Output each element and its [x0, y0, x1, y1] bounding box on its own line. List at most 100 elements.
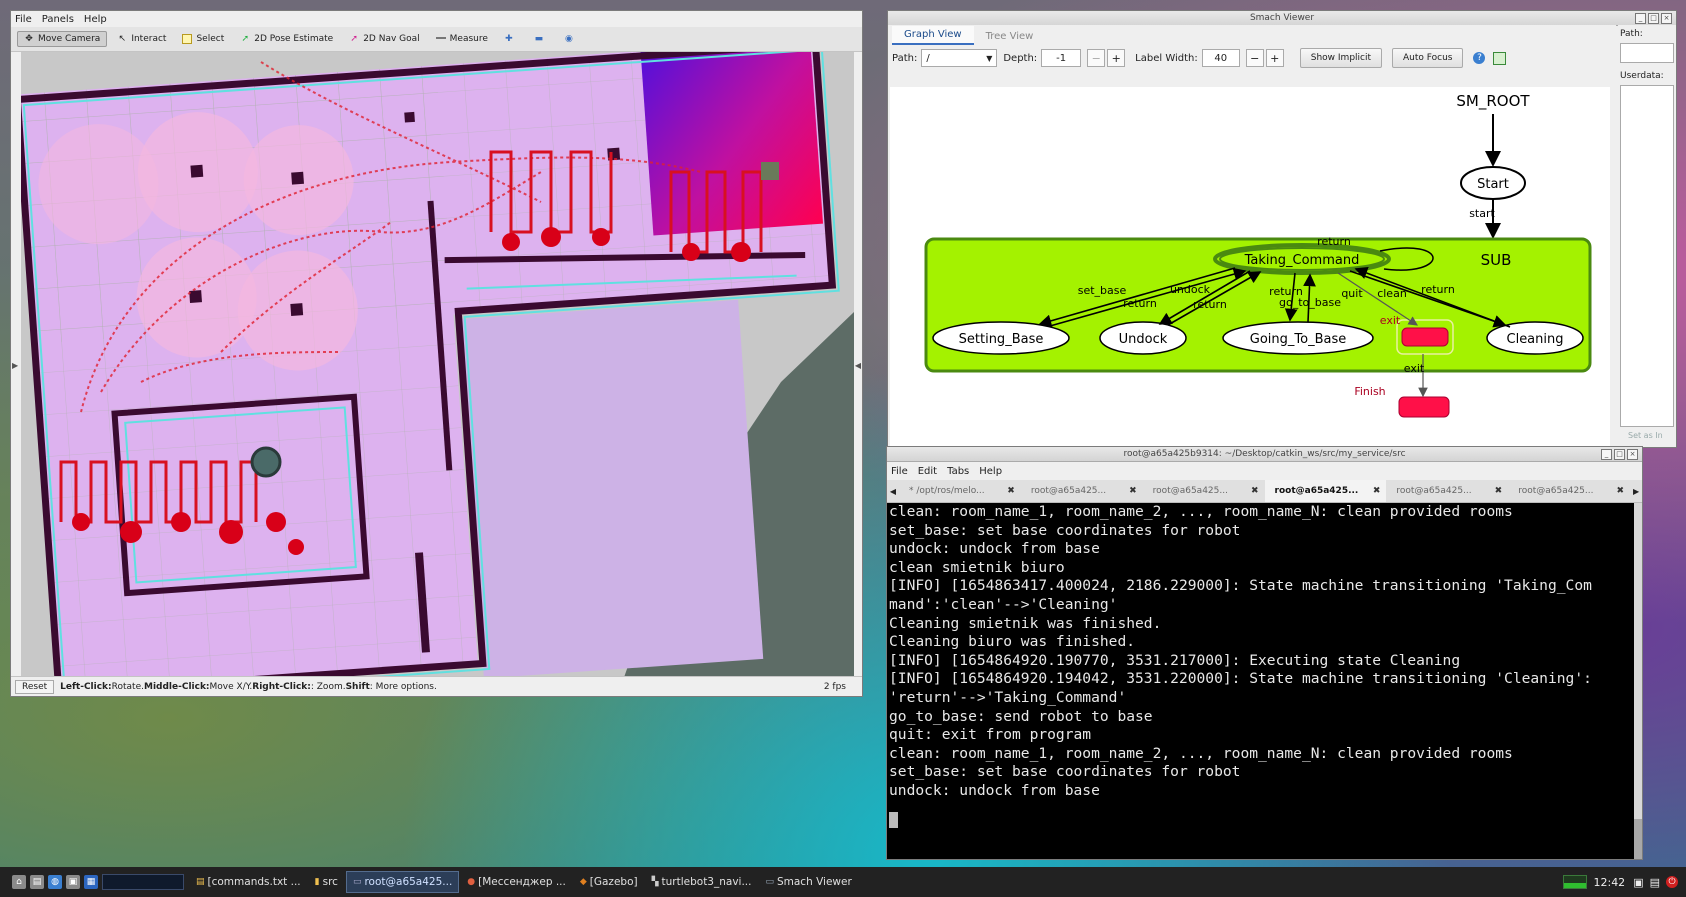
terminal-tab[interactable]: root@a65a425... ✖ — [1386, 486, 1508, 496]
text-file-icon: ▤ — [196, 877, 205, 887]
terminal-titlebar[interactable]: root@a65a425b9314: ~/Desktop/catkin_ws/s… — [887, 447, 1642, 462]
eye-icon: ◉ — [564, 34, 573, 44]
auto-focus-button[interactable]: Auto Focus — [1392, 48, 1464, 68]
add-tool-button[interactable]: ✚ — [498, 31, 524, 47]
workspace-pager[interactable] — [102, 874, 184, 890]
power-icon[interactable]: ⏻ — [1666, 876, 1678, 888]
close-button[interactable]: × — [1661, 13, 1672, 24]
set-initial-button[interactable]: Set as In — [1618, 427, 1676, 444]
browser-launcher-icon[interactable]: ◍ — [48, 875, 62, 889]
outcome-finish[interactable] — [1398, 396, 1450, 418]
close-tab-icon[interactable]: ✖ — [1251, 486, 1259, 496]
rviz-3d-viewport[interactable] — [21, 52, 854, 686]
save-image-icon[interactable] — [1493, 51, 1507, 65]
terminal-tab[interactable]: root@a65a425... ✖ — [1143, 486, 1265, 496]
userdata-label: Userdata: — [1620, 71, 1664, 81]
depth-spinbox[interactable]: -1 — [1041, 49, 1082, 67]
info-path-field[interactable] — [1620, 43, 1674, 63]
clock[interactable]: 12:42 — [1593, 876, 1625, 889]
smach-tabs: Graph View Tree View — [888, 25, 1616, 45]
remove-tool-button[interactable]: ▬ — [528, 31, 554, 47]
terminal-scrollbar[interactable] — [1634, 503, 1642, 859]
taskbar-item-commands[interactable]: ▤ [commands.txt ... — [190, 872, 307, 892]
tool-move-camera[interactable]: ✥ Move Camera — [17, 31, 108, 47]
taskbar-item-messenger[interactable]: ● [Мессенджер ... — [461, 872, 572, 892]
close-tab-icon[interactable]: ✖ — [1617, 486, 1625, 496]
tool-measure[interactable]: Measure — [430, 31, 494, 47]
tool-2d-nav-goal[interactable]: ➚ 2D Nav Goal — [343, 31, 425, 47]
tab-graph-view[interactable]: Graph View — [892, 26, 974, 45]
smach-graph-canvas[interactable]: SM_ROOT Start start SUB Taking_Command r… — [890, 87, 1610, 447]
terminal-close-button[interactable]: × — [1627, 449, 1638, 460]
menu-file[interactable]: File — [15, 14, 32, 25]
tab-tree-view[interactable]: Tree View — [974, 28, 1046, 45]
taskbar-item-src[interactable]: ▮ src — [309, 872, 344, 892]
tab-scroll-right-icon[interactable]: ▶ — [1630, 487, 1642, 496]
svg-text:Taking_Command: Taking_Command — [1244, 253, 1360, 268]
terminal-menu-tabs[interactable]: Tabs — [947, 466, 969, 477]
file-manager-icon[interactable]: ▤ — [30, 875, 44, 889]
workspace-icon[interactable]: ▦ — [84, 875, 98, 889]
terminal-minimize-button[interactable]: _ — [1601, 449, 1612, 460]
menu-panels[interactable]: Panels — [42, 14, 74, 25]
chevron-down-icon: ▼ — [986, 53, 993, 63]
terminal-line: mand':'clean'-->'Cleaning' — [889, 595, 1118, 613]
screen-icon[interactable]: ▣ — [1633, 876, 1643, 889]
start-menu-icon[interactable]: ⌂ — [12, 875, 26, 889]
close-tab-icon[interactable]: ✖ — [1007, 486, 1015, 496]
close-tab-icon[interactable]: ✖ — [1373, 486, 1381, 496]
svg-text:Cleaning: Cleaning — [1507, 332, 1564, 347]
terminal-scrollbar-thumb[interactable] — [1634, 819, 1642, 859]
left-panel-arrow-icon[interactable]: ▶ — [12, 361, 18, 370]
taskbar-item-rviz[interactable]: ▚ turtlebot3_navi... — [646, 872, 758, 892]
lock-icon[interactable]: ▤ — [1650, 876, 1660, 889]
terminal-line: undock: undock from base — [889, 781, 1100, 799]
taskbar-item-terminal[interactable]: ▭ root@a65a425... — [345, 871, 460, 893]
svg-text:exit: exit — [1404, 362, 1425, 375]
label-width-increment-button[interactable]: + — [1265, 49, 1284, 67]
close-tab-icon[interactable]: ✖ — [1129, 486, 1137, 496]
terminal-menu-edit[interactable]: Edit — [918, 466, 937, 477]
path-combobox[interactable]: / ▼ — [921, 49, 998, 67]
rviz-status-bar: Reset Left-Click: Rotate. Middle-Click: … — [11, 676, 862, 696]
terminal-menu-file[interactable]: File — [891, 466, 908, 477]
outcome-exit-inner[interactable] — [1401, 327, 1449, 347]
terminal-line: Cleaning biuro was finished. — [889, 633, 1136, 651]
terminal-window: root@a65a425b9314: ~/Desktop/catkin_ws/s… — [886, 446, 1643, 860]
depth-decrement-button[interactable]: − — [1087, 49, 1106, 67]
right-panel-arrow-icon[interactable]: ◀ — [855, 361, 861, 370]
label-width-decrement-button[interactable]: − — [1245, 49, 1264, 67]
view-tool-button[interactable]: ◉ — [558, 31, 584, 47]
reset-button[interactable]: Reset — [15, 680, 55, 694]
tool-select[interactable]: Select — [176, 31, 230, 47]
userdata-view[interactable] — [1620, 85, 1674, 427]
taskbar-item-smach[interactable]: ▭ Smach Viewer — [759, 872, 857, 892]
minimize-button[interactable]: _ — [1635, 13, 1646, 24]
label-width-spinbox[interactable]: 40 — [1201, 49, 1240, 67]
terminal-menu-help[interactable]: Help — [979, 466, 1002, 477]
tab-scroll-left-icon[interactable]: ◀ — [887, 487, 899, 496]
help-icon[interactable]: ? — [1473, 52, 1486, 64]
terminal-line: clean: room_name_1, room_name_2, ..., ro… — [889, 503, 1513, 520]
maximize-button[interactable]: □ — [1648, 13, 1659, 24]
depth-increment-button[interactable]: + — [1107, 49, 1126, 67]
show-desktop-icon[interactable]: ▣ — [66, 875, 80, 889]
terminal-maximize-button[interactable]: □ — [1614, 449, 1625, 460]
terminal-tab[interactable]: * /opt/ros/melo... ✖ — [899, 486, 1021, 496]
select-box-icon — [182, 34, 193, 44]
menu-help[interactable]: Help — [84, 14, 107, 25]
tool-interact[interactable]: ↖ Interact — [111, 31, 172, 47]
show-implicit-button[interactable]: Show Implicit — [1299, 48, 1383, 68]
network-monitor-icon[interactable] — [1563, 875, 1588, 889]
terminal-tab[interactable]: root@a65a425... ✖ — [1021, 486, 1143, 496]
close-tab-icon[interactable]: ✖ — [1495, 486, 1503, 496]
terminal-tab[interactable]: root@a65a425... ✖ — [1508, 486, 1630, 496]
terminal-line: [INFO] [1654864920.194042, 3531.220000]:… — [889, 670, 1592, 688]
terminal-tab-active[interactable]: root@a65a425... ✖ — [1264, 480, 1387, 502]
taskbar-item-gazebo[interactable]: ◆ [Gazebo] — [574, 872, 644, 892]
path-label: Path: — [892, 52, 918, 64]
terminal-output[interactable]: clean: room_name_1, room_name_2, ..., ro… — [887, 503, 1637, 859]
tool-2d-pose-estimate[interactable]: ➚ 2D Pose Estimate — [234, 31, 339, 47]
smach-titlebar[interactable]: Smach Viewer _ □ × — [888, 11, 1676, 26]
svg-text:Setting_Base: Setting_Base — [959, 332, 1044, 347]
